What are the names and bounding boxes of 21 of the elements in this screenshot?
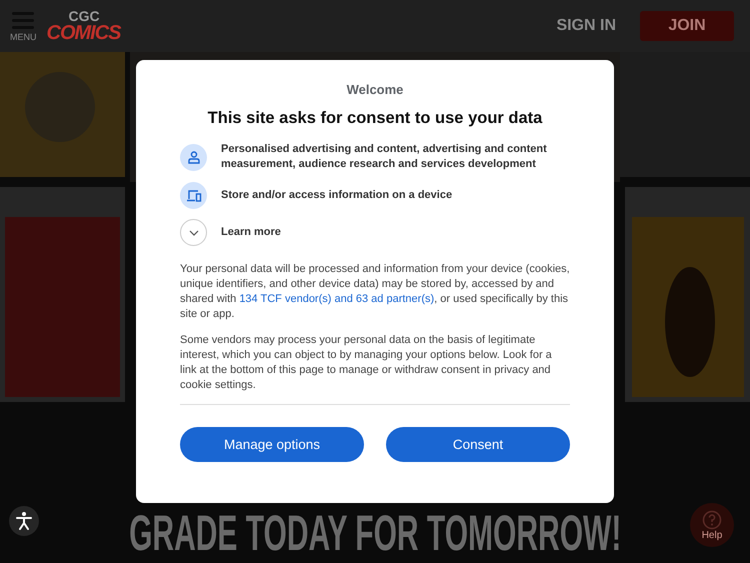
consent-button[interactable]: Consent	[386, 427, 570, 462]
purpose-icon	[180, 182, 207, 209]
sign-in-link[interactable]: SIGN IN	[556, 17, 616, 35]
purpose-text: Personalised advertising and content, advertising and content measurement, audience research and services development	[221, 142, 548, 172]
manage-options-button[interactable]: Manage options	[180, 427, 364, 462]
join-button[interactable]: JOIN	[640, 11, 734, 41]
learn-more-label: Learn more	[221, 225, 281, 240]
purpose-icon	[180, 144, 207, 170]
consent-paragraph: Some vendors may process your personal data on the basis of legitimate interest, which you can object to by managing your options below. Look for a link at the bottom of this page to manage or withdraw consent in privacy and cookie settings.	[180, 333, 553, 393]
menu-button[interactable]: MENU	[10, 10, 36, 42]
accessibility-icon	[14, 511, 34, 531]
consent-paragraph: Your personal data will be processed and information from your device (cookies, unique identifiers, and other device data) may be stored by, accessed by and shared with 134 TCF vendor(s) and 63 ad partner(s), or used specifically by this site or app.	[180, 262, 570, 322]
dialog-eyebrow: Welcome	[346, 82, 404, 97]
dialog-title: This site asks for consent to use your data	[206, 109, 544, 128]
purpose-text: Store and/or access information on a device	[221, 188, 452, 203]
banner-headline: GRADE TODAY FOR TOMORROW!	[128, 508, 622, 558]
logo-text: CGC	[68, 9, 101, 23]
help-icon	[702, 510, 722, 530]
chevron-icon	[188, 230, 198, 236]
vendors-link[interactable]: 134 TCF vendor(s) and 63 ad partner(s)	[239, 293, 434, 305]
logo-text: COMICS	[46, 23, 120, 43]
